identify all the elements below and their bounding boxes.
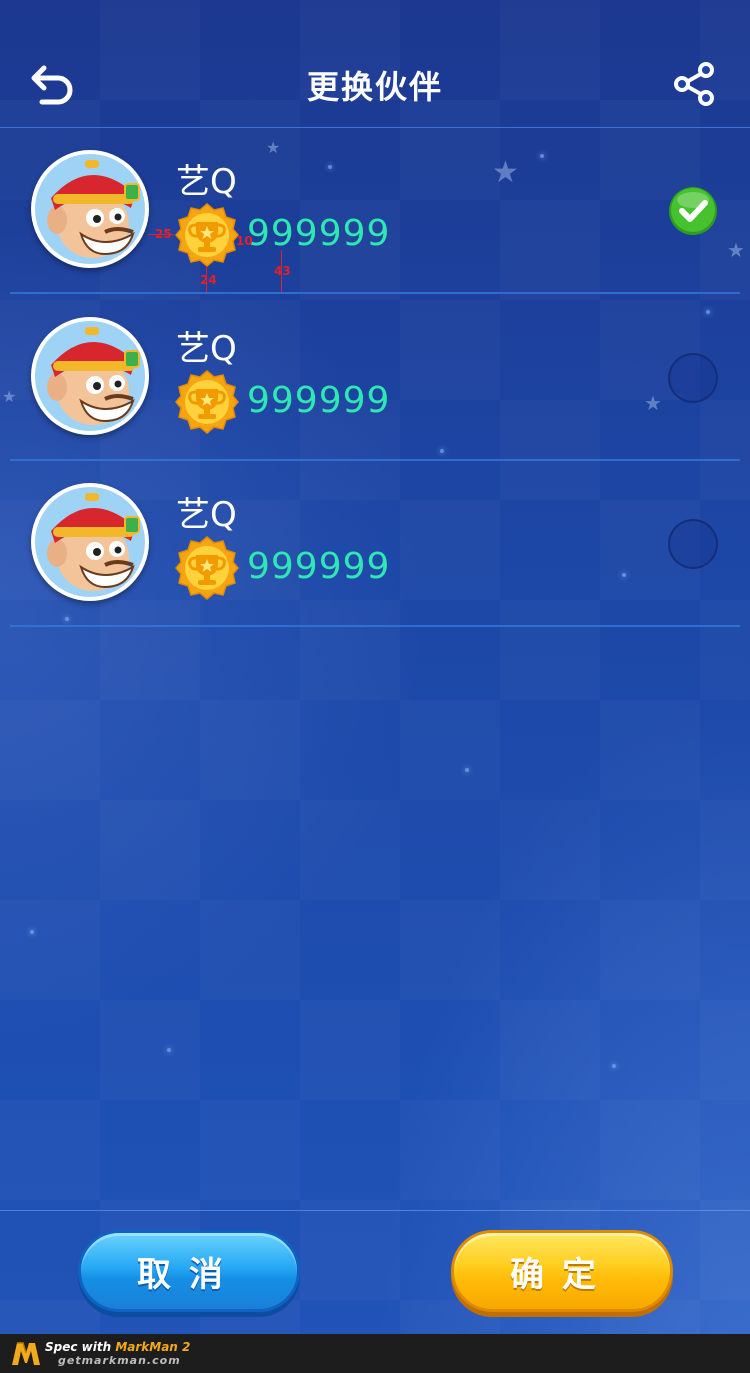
cancel-button[interactable]: 取消	[78, 1230, 300, 1312]
avatar	[31, 150, 149, 268]
sparkle	[30, 930, 34, 934]
partner-row[interactable]: 艺Q 999999	[10, 461, 740, 627]
header-bar: 更换伙伴	[0, 0, 750, 128]
select-radio-button[interactable]	[668, 519, 718, 569]
markman-watermark: Spec with MarkMan 2 getmarkman.com	[0, 1334, 750, 1373]
confirm-button[interactable]: 确定	[451, 1230, 673, 1312]
select-radio-button[interactable]	[668, 353, 718, 403]
trophy-icon	[174, 202, 240, 268]
check-icon	[669, 187, 717, 235]
selected-check-button[interactable]	[668, 186, 718, 236]
footer-divider	[0, 1210, 750, 1211]
partner-score: 999999	[247, 380, 391, 421]
partner-name: 艺Q	[176, 495, 237, 535]
partner-name: 艺Q	[176, 329, 237, 369]
watermark-url: getmarkman.com	[58, 1354, 181, 1367]
sparkle	[167, 1048, 171, 1052]
spec-label-right: 10	[236, 234, 253, 248]
row-divider	[10, 292, 740, 294]
partner-name: 艺Q	[176, 162, 237, 202]
spec-label-left: 25	[155, 227, 172, 241]
trophy-icon	[174, 369, 240, 435]
share-icon	[674, 62, 714, 106]
row-divider	[10, 625, 740, 627]
spec-label-bottom: 43	[274, 264, 291, 278]
watermark-line1: Spec with MarkMan 2	[45, 1340, 190, 1354]
sparkle	[612, 1064, 616, 1068]
partner-score: 999999	[247, 213, 391, 254]
page-title: 更换伙伴	[306, 68, 443, 106]
share-button[interactable]	[672, 60, 718, 108]
avatar	[31, 317, 149, 435]
markman-logo-icon	[12, 1342, 40, 1365]
screen: ★ ★ ★ ★ ★ 更换伙伴 艺Q 999999 25 10 24 43 艺Q …	[0, 0, 750, 1373]
avatar	[31, 483, 149, 601]
watermark-prefix: Spec with	[45, 1340, 116, 1354]
sparkle	[465, 768, 469, 772]
partner-row[interactable]: 艺Q 999999	[10, 295, 740, 461]
partner-row[interactable]: 艺Q 999999 25 10 24 43	[10, 128, 740, 294]
spec-label-size: 24	[200, 273, 217, 287]
watermark-brand: MarkMan 2	[115, 1340, 191, 1354]
partner-score: 999999	[247, 546, 391, 587]
trophy-icon	[174, 535, 240, 601]
